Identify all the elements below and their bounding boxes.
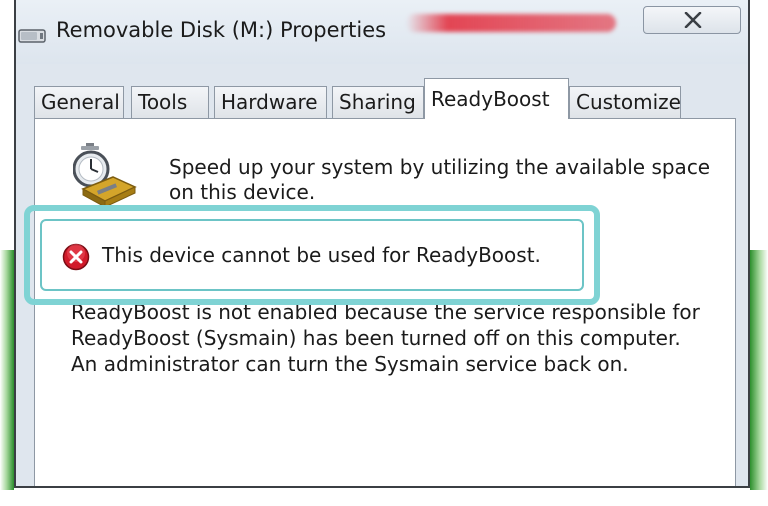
background-edge-left <box>0 250 14 490</box>
tab-sharing[interactable]: Sharing <box>332 86 424 118</box>
error-x-icon <box>62 243 90 271</box>
stopwatch-drive-icon <box>72 143 139 208</box>
readyboost-description: Speed up your system by utilizing the av… <box>169 155 711 204</box>
title-bar: Removable Disk (M:) Properties <box>16 0 748 64</box>
background-edge-right <box>750 250 768 490</box>
window-title: Removable Disk (M:) Properties <box>56 18 387 42</box>
tab-tools[interactable]: Tools <box>131 86 209 118</box>
readyboost-explanation: ReadyBoost is not enabled because the se… <box>71 300 700 376</box>
tab-readyboost[interactable]: ReadyBoost <box>424 78 569 119</box>
removable-disk-icon <box>18 24 48 46</box>
close-button[interactable] <box>643 6 741 34</box>
tab-general[interactable]: General <box>34 86 124 118</box>
error-message-box: This device cannot be used for ReadyBoos… <box>40 219 584 291</box>
tab-strip: General Tools Hardware Sharing ReadyBoos… <box>34 78 734 119</box>
redaction-smear <box>406 14 616 32</box>
close-icon <box>684 12 702 28</box>
error-message: This device cannot be used for ReadyBoos… <box>102 243 541 267</box>
tab-hardware[interactable]: Hardware <box>214 86 327 118</box>
error-highlight-box: This device cannot be used for ReadyBoos… <box>24 205 600 305</box>
tab-customize[interactable]: Customize <box>569 86 681 118</box>
properties-window: Removable Disk (M:) Properties General T… <box>14 0 750 488</box>
